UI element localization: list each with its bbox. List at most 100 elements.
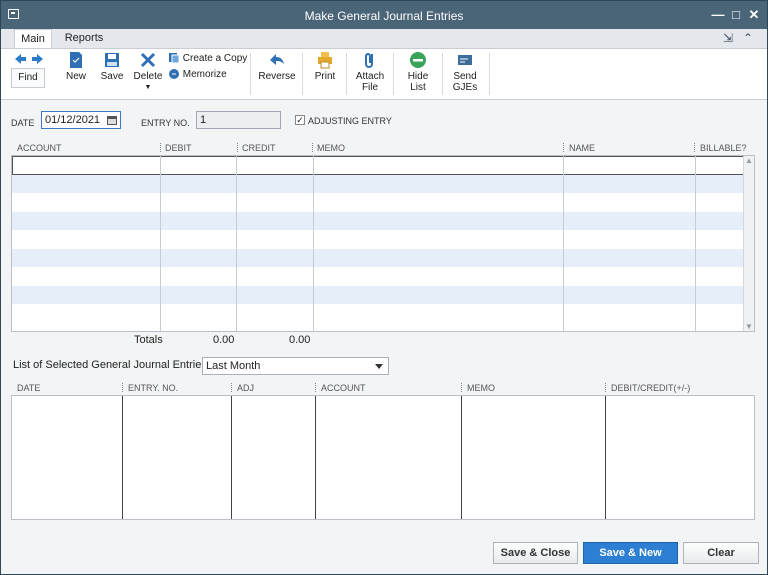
new-doc-icon	[70, 52, 82, 68]
table-row[interactable]	[12, 174, 744, 193]
attach-file-button[interactable]: Attach File	[354, 51, 386, 93]
minimize-icon[interactable]: —	[710, 7, 726, 23]
list-col-debit-credit: Debit/Credit(+/-)	[611, 383, 691, 393]
title-bar: Make General Journal Entries — □ ✕	[1, 1, 767, 29]
create-copy-button[interactable]: Create a Copy	[168, 52, 247, 66]
entry-grid-scrollbar[interactable]: ▲ ▼	[743, 156, 754, 331]
print-button[interactable]: Print	[311, 51, 339, 82]
attach-label-1: Attach	[355, 71, 385, 82]
memorize-icon	[169, 69, 179, 80]
journal-entry-window: Make General Journal Entries — □ ✕ Main …	[0, 0, 768, 575]
send-gje-icon	[458, 55, 472, 65]
col-divider	[160, 143, 161, 152]
calendar-icon[interactable]	[107, 115, 117, 125]
reverse-label: Reverse	[258, 71, 296, 82]
send-label-2: GJEs	[452, 82, 478, 93]
maximize-icon[interactable]: □	[728, 7, 744, 23]
adjusting-entry-checkbox[interactable]: ✓	[295, 115, 305, 125]
save-disk-icon	[105, 53, 119, 67]
table-row[interactable]	[12, 230, 744, 249]
col-divider	[461, 383, 462, 392]
list-filter-value: Last Month	[206, 360, 261, 372]
table-row[interactable]	[12, 248, 744, 267]
col-divider	[231, 383, 232, 392]
col-divider	[312, 143, 313, 152]
hide-label-1: Hide	[407, 71, 429, 82]
tab-reports[interactable]: Reports	[59, 29, 109, 49]
selected-entries-list[interactable]	[11, 395, 755, 520]
table-row[interactable]	[12, 267, 744, 286]
send-gjes-button[interactable]: Send GJEs	[449, 51, 481, 93]
toolbar-divider	[442, 53, 443, 95]
collapse-ribbon-icon[interactable]: ⌃	[743, 31, 753, 45]
col-account: Account	[17, 143, 62, 153]
delete-dropdown-icon[interactable]: ▼	[133, 82, 163, 93]
save-button[interactable]: Save	[99, 51, 125, 82]
paperclip-icon	[365, 53, 373, 68]
col-divider	[315, 383, 316, 392]
delete-label: Delete	[133, 71, 163, 82]
toolbar-divider	[346, 53, 347, 95]
table-row[interactable]	[12, 211, 744, 230]
list-col-account: Account	[321, 383, 366, 393]
memorize-label: Memorize	[182, 69, 227, 80]
send-label-1: Send	[453, 71, 477, 82]
list-col-memo: Memo	[467, 383, 495, 393]
find-button[interactable]: Find	[11, 68, 45, 88]
ribbon-toolbar: Find New Save Delete ▼ Create a Copy Mem…	[1, 48, 767, 100]
scroll-down-icon[interactable]: ▼	[744, 322, 754, 331]
col-divider	[122, 383, 123, 392]
column-line	[160, 156, 161, 331]
date-field[interactable]: 01/12/2021	[41, 111, 121, 129]
column-line	[236, 156, 237, 331]
col-divider	[563, 143, 564, 152]
save-close-button[interactable]: Save & Close	[493, 542, 578, 564]
list-col-adj: Adj	[237, 383, 255, 393]
table-row[interactable]	[12, 285, 744, 304]
toolbar-divider	[250, 53, 251, 95]
list-col-entry-no: Entry. No.	[128, 383, 179, 393]
table-row[interactable]	[12, 304, 744, 323]
col-debit: Debit	[165, 143, 192, 153]
close-icon[interactable]: ✕	[746, 7, 762, 23]
col-billable: Billable?	[700, 143, 747, 153]
col-name: Name	[569, 143, 596, 153]
scroll-up-icon[interactable]: ▲	[744, 156, 754, 165]
clear-button[interactable]: Clear	[683, 542, 759, 564]
expand-icon[interactable]: ⇲	[723, 31, 733, 45]
reverse-button[interactable]: Reverse	[258, 51, 296, 82]
column-line	[315, 396, 316, 519]
total-credit: 0.00	[289, 334, 311, 346]
save-new-button[interactable]: Save & New	[583, 542, 678, 564]
date-label: Date	[11, 118, 35, 128]
col-divider	[237, 143, 238, 152]
window-title: Make General Journal Entries	[304, 9, 464, 23]
list-filter-select[interactable]: Last Month	[202, 357, 389, 375]
table-row[interactable]	[12, 193, 744, 212]
delete-x-icon	[140, 52, 156, 68]
table-row[interactable]	[12, 156, 744, 175]
toolbar-divider	[302, 53, 303, 95]
print-label: Print	[314, 71, 336, 82]
tab-main[interactable]: Main	[14, 29, 52, 49]
date-value: 01/12/2021	[45, 114, 101, 126]
entry-no-field[interactable]: 1	[196, 111, 281, 129]
back-forward-arrows-icon[interactable]	[14, 53, 44, 65]
column-line	[313, 156, 314, 331]
col-divider	[605, 383, 606, 392]
new-button[interactable]: New	[63, 51, 89, 82]
column-line	[563, 156, 564, 331]
copy-icon	[169, 53, 180, 64]
reverse-arrow-icon	[270, 54, 284, 65]
column-line	[461, 396, 462, 519]
totals-label: Totals	[134, 334, 163, 346]
hide-list-icon	[410, 52, 426, 68]
column-line	[695, 156, 696, 331]
attach-label-2: File	[361, 82, 379, 93]
memorize-button[interactable]: Memorize	[168, 68, 227, 82]
hide-list-button[interactable]: Hide List	[403, 51, 433, 93]
hide-label-2: List	[410, 82, 426, 93]
journal-entry-grid[interactable]: ▲ ▼	[11, 155, 755, 332]
delete-button[interactable]: Delete ▼	[133, 51, 163, 93]
ribbon-tabs: Main Reports ⇲ ⌃	[1, 29, 767, 49]
